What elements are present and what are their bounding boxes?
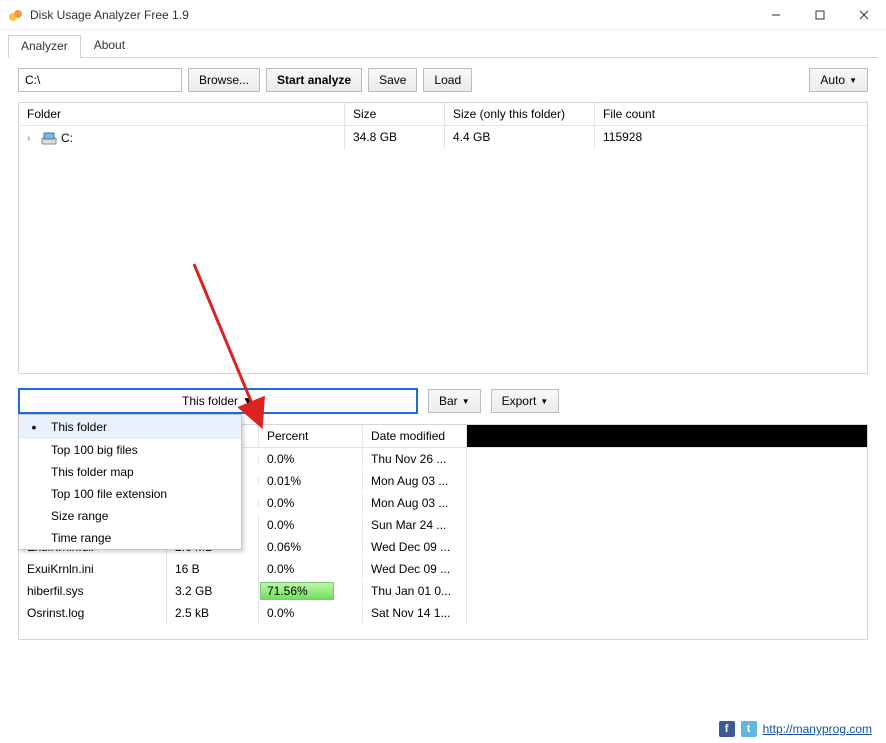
tree-header-count[interactable]: File count [595,103,675,125]
file-name: Osrinst.log [19,602,167,624]
file-row[interactable]: hiberfil.sys3.2 GB71.56%Thu Jan 01 0... [19,580,867,602]
view-dropdown-label: This folder [182,394,238,408]
file-percent: 0.0% [259,559,363,579]
file-date: Sat Nov 14 1... [363,602,467,624]
file-percent: 0.06% [259,537,363,557]
chevron-down-icon: ▼ [540,397,548,406]
tree-row[interactable]: › C: 34.8 GB 4.4 GB 115928 [19,126,867,150]
titlebar: Disk Usage Analyzer Free 1.9 [0,0,886,30]
tree-header-only[interactable]: Size (only this folder) [445,103,595,125]
file-size: 2.5 kB [167,602,259,624]
tree-header: Folder Size Size (only this folder) File… [19,103,867,126]
dropdown-item-label: Size range [51,509,108,523]
view-dropdown-item[interactable]: Top 100 file extension [19,483,241,505]
file-name: hiberfil.sys [19,580,167,602]
file-date: Mon Aug 03 ... [363,470,467,492]
folder-tree-panel: Folder Size Size (only this folder) File… [18,102,868,374]
view-dropdown-button[interactable]: This folder ▼ [18,388,418,414]
dropdown-item-label: This folder map [51,465,134,479]
file-percent: 0.0% [259,603,363,623]
load-button[interactable]: Load [423,68,472,92]
chevron-down-icon: ▼ [242,394,254,408]
expand-icon[interactable]: › [27,133,37,144]
export-button[interactable]: Export▼ [491,389,560,413]
browse-button[interactable]: Browse... [188,68,260,92]
tree-row-size: 34.8 GB [345,126,445,150]
file-date: Wed Dec 09 ... [363,536,467,558]
homepage-link[interactable]: http://manyprog.com [763,722,872,736]
dropdown-item-label: Time range [51,531,111,545]
tree-header-folder[interactable]: Folder [19,103,345,125]
tree-header-size[interactable]: Size [345,103,445,125]
drive-icon [41,130,57,146]
file-date: Wed Dec 09 ... [363,558,467,580]
file-date: Thu Jan 01 0... [363,580,467,602]
tree-row-count: 115928 [595,126,675,150]
chevron-down-icon: ▼ [462,397,470,406]
view-dropdown-item[interactable]: Size range [19,505,241,527]
twitter-icon[interactable]: t [741,721,757,737]
file-size: 3.2 GB [167,580,259,602]
save-button[interactable]: Save [368,68,417,92]
file-percent: 0.01% [259,471,363,491]
footer: f t http://manyprog.com [719,721,872,737]
files-header-date[interactable]: Date modified [363,425,467,447]
file-date: Thu Nov 26 ... [363,448,467,470]
view-dropdown-item[interactable]: This folder map [19,461,241,483]
bar-button[interactable]: Bar▼ [428,389,481,413]
bullet-icon: • [25,419,43,435]
facebook-icon[interactable]: f [719,721,735,737]
dropdown-item-label: Top 100 file extension [51,487,167,501]
path-input[interactable] [18,68,182,92]
files-header-rest [467,425,867,447]
file-row[interactable]: ExuiKrnln.ini16 B0.0%Wed Dec 09 ... [19,558,867,580]
window-title: Disk Usage Analyzer Free 1.9 [30,8,754,22]
file-date: Sun Mar 24 ... [363,514,467,536]
view-dropdown-item[interactable]: Top 100 big files [19,439,241,461]
tree-row-only: 4.4 GB [445,126,595,150]
tab-strip: Analyzer About [8,34,878,58]
close-button[interactable] [842,0,886,30]
tab-about[interactable]: About [81,34,138,57]
view-dropdown-item[interactable]: Time range [19,527,241,549]
tab-analyzer[interactable]: Analyzer [8,35,81,58]
files-header-percent[interactable]: Percent [259,425,363,447]
file-size: 16 B [167,558,259,580]
minimize-button[interactable] [754,0,798,30]
chevron-down-icon: ▼ [849,76,857,85]
file-row[interactable]: Osrinst.log2.5 kB0.0%Sat Nov 14 1... [19,602,867,624]
view-bar: This folder ▼ Bar▼ Export▼ •This folderT… [0,374,886,424]
file-name: ExuiKrnln.ini [19,558,167,580]
file-percent: 0.0% [259,449,363,469]
dropdown-item-label: Top 100 big files [51,443,138,457]
tree-row-name: C: [61,131,73,145]
view-dropdown-menu: • This folder Top 100 big files This folder… [18,414,242,550]
app-icon [8,7,24,23]
maximize-button[interactable] [798,0,842,30]
file-percent: 0.0% [259,515,363,535]
auto-button[interactable]: Auto▼ [809,68,868,92]
file-date: Mon Aug 03 ... [363,492,467,514]
start-analyze-button[interactable]: Start analyze [266,68,362,92]
file-percent: 71.56% [259,581,363,601]
view-dropdown-item[interactable]: • This folder [19,415,241,439]
dropdown-item-label: This folder [51,420,107,434]
file-percent: 0.0% [259,493,363,513]
toolbar: Browse... Start analyze Save Load Auto▼ [0,58,886,102]
